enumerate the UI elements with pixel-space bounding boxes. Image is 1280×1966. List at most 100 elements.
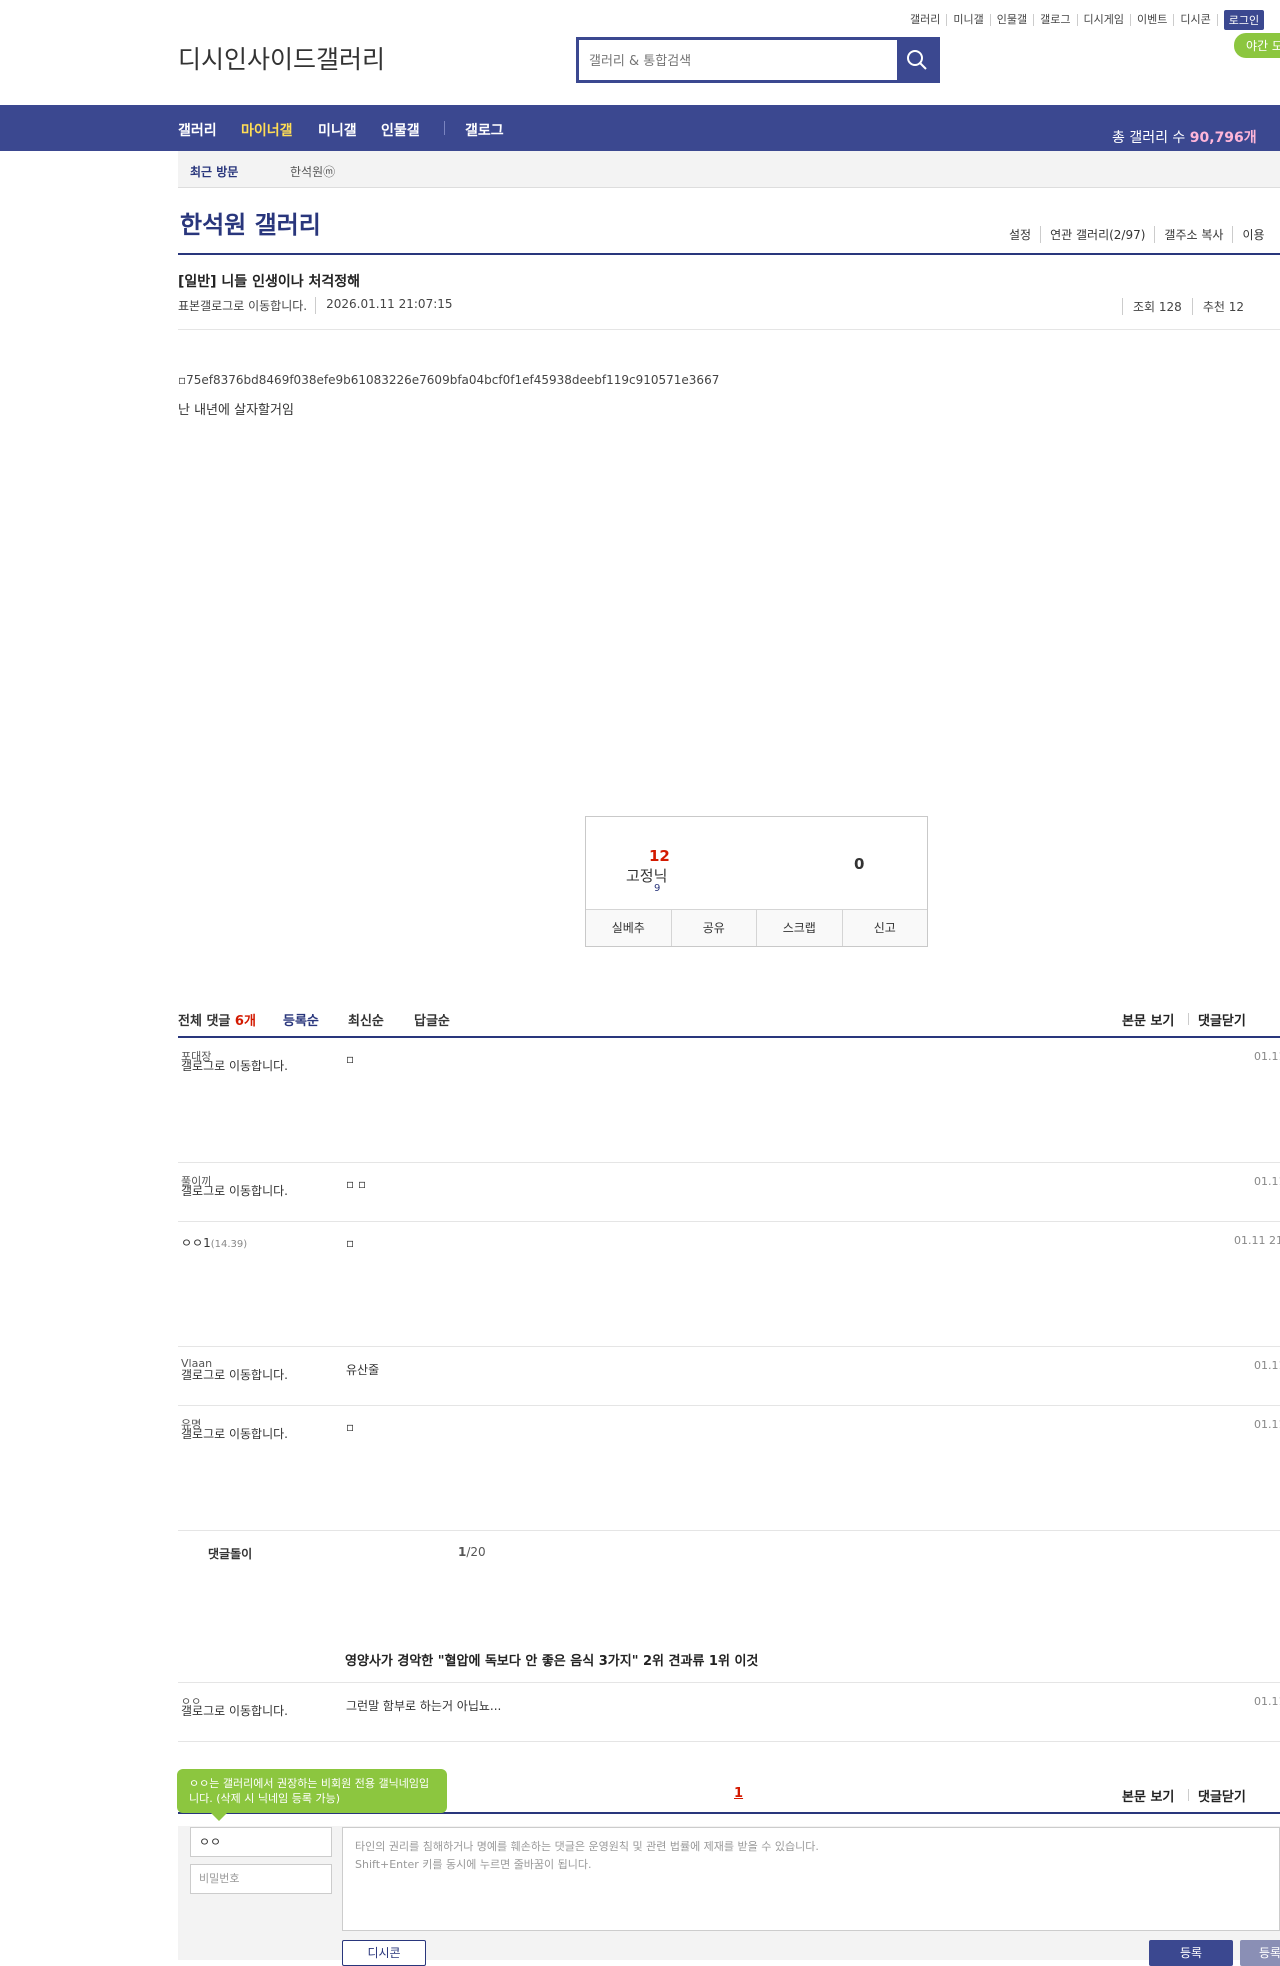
top-links: 갤러리 미니갤 인물갤 갤로그 디시게임 이벤트 디시콘 로그인 (904, 10, 1265, 30)
post-stats: 조회 128 추천 12 (1122, 298, 1254, 315)
gallery-title[interactable]: 한석원 갤러리 (180, 205, 321, 240)
copy-address-link[interactable]: 갤주소 복사 (1154, 226, 1232, 243)
comment-gallog-link[interactable]: 갤로그로 이동합니다. (181, 1060, 306, 1073)
comments-header: 전체 댓글 6개 등록순 최신순 답글순 본문 보기 댓글닫기 (178, 996, 1280, 1038)
comment-date: 01.11 21 (1234, 1234, 1280, 1247)
comment-date: 01.11 (1254, 1418, 1280, 1431)
post-body: 난 내년에 살자할거임 (178, 403, 294, 418)
comment-gallog-link[interactable]: 갤로그로 이동합니다. (181, 1185, 306, 1198)
broken-image-icon: ▫ (178, 373, 187, 387)
nav-divider (444, 121, 445, 135)
view-post-link[interactable]: 본문 보기 (1122, 1010, 1174, 1029)
comment-row: 포대장 갤로그로 이동합니다. ▫ 01.11 (178, 1038, 1280, 1163)
comment-date: 01.11 (1254, 1175, 1280, 1188)
close-comments-link[interactable]: 댓글닫기 (1198, 1786, 1246, 1805)
top-link-game[interactable]: 디시게임 (1078, 14, 1131, 26)
nav-person-gallery[interactable]: 인물갤 (381, 120, 420, 140)
comment-row: 풀이끼 갤로그로 이동합니다. ▫ ▫ 01.11 (178, 1163, 1280, 1222)
ad-notice-link[interactable]: 영양사가 경악한 "혈압에 독보다 안 좋은 음식 3가지" 2위 견과류 1위… (345, 1650, 758, 1669)
nav-gallery[interactable]: 갤러리 (178, 120, 217, 140)
title-divider (178, 253, 1280, 255)
share-button[interactable]: 공유 (670, 910, 757, 946)
close-comments-link[interactable]: 댓글닫기 (1198, 1010, 1246, 1029)
search-box (576, 37, 940, 83)
total-gallery-count: 총 갤러리 수 90,796개 (1112, 130, 1257, 146)
footer-divider (1188, 1789, 1189, 1801)
submit-recommend-button[interactable]: 등록 (1240, 1940, 1280, 1966)
post-title: [일반] 니들 인생이나 처걱정해 (178, 274, 360, 290)
post-author[interactable]: 표본 (178, 297, 200, 314)
comment-dccon-image: ▫ (346, 1236, 355, 1250)
dccon-button[interactable]: 디시콘 (342, 1940, 426, 1966)
total-comments-label: 전체 댓글 6개 (178, 1014, 256, 1029)
comment-dccon-image: ▫ (346, 1420, 355, 1434)
search-button[interactable] (897, 40, 937, 80)
recent-visit-item[interactable]: 한석원ⓜ (290, 163, 335, 180)
recommend-box: 12 고정닉 9 0 실베추 공유 스크랩 신고 (585, 816, 928, 947)
usage-link[interactable]: 이용 (1232, 226, 1273, 243)
scrap-button[interactable]: 스크랩 (756, 910, 842, 946)
post-date: 2026.01.11 21:07:15 (315, 297, 453, 314)
main-nav: 갤러리 마이너갤 미니갤 인물갤 갤로그 총 갤러리 수 90,796개 (0, 105, 1280, 151)
comment-row: 유명 갤로그로 이동합니다. ▫ 01.11 (178, 1406, 1280, 1531)
comment-textarea-hint-1: 타인의 권리를 침해하거나 명예를 훼손하는 댓글은 운영원칙 및 관련 법률에… (355, 1840, 819, 1853)
comment-row: Vlaan 갤로그로 이동합니다. 유산줄 01.11 (178, 1347, 1280, 1406)
sort-replies[interactable]: 답글순 (414, 1010, 450, 1029)
night-mode-button[interactable]: 야간 모 (1234, 33, 1280, 58)
nav-gallog[interactable]: 갤로그 (465, 120, 504, 140)
comment-page-link[interactable]: 1 (734, 1786, 743, 1801)
related-gallery-link[interactable]: 연관 갤러리(2/97) (1040, 226, 1154, 243)
nav-minor-gallery[interactable]: 마이너갤 (241, 120, 293, 140)
comment-dccon-image: ▫ (346, 1052, 355, 1066)
fixed-nick-count: 9 (654, 883, 661, 894)
top-link-person[interactable]: 인물갤 (991, 14, 1035, 26)
comment-gallog-link[interactable]: 갤로그로 이동합니다. (181, 1428, 306, 1441)
post-views: 조회 128 (1122, 298, 1192, 315)
recent-visit-label: 최근 방문 (190, 165, 239, 179)
view-post-link[interactable]: 본문 보기 (1122, 1786, 1174, 1805)
sort-registered[interactable]: 등록순 (283, 1010, 319, 1029)
comment-gallog-link[interactable]: 갤로그로 이동합니다. (181, 1369, 306, 1382)
comment-row: ㅇㅇ 갤로그로 이동합니다. 그런말 함부로 하는거 아닙뇨... 01.11 (178, 1683, 1280, 1742)
post-author-gallog-link[interactable]: 갤로그로 이동합니다. (200, 297, 307, 314)
header-divider (1188, 1013, 1189, 1025)
login-button[interactable]: 로그인 (1223, 10, 1265, 30)
top-link-event[interactable]: 이벤트 (1131, 14, 1175, 26)
comment-text: 그런말 함부로 하는거 아닙뇨... (346, 1699, 502, 1713)
comment-row: ㅇㅇ1(14.39) ▫ 01.11 21 (178, 1222, 1280, 1347)
comment-textarea[interactable]: 타인의 권리를 침해하거나 명예를 훼손하는 댓글은 운영원칙 및 관련 법률에… (342, 1827, 1280, 1931)
comment-nick[interactable]: ㅇㅇ1(14.39) (181, 1234, 247, 1251)
nav-mini-gallery[interactable]: 미니갤 (318, 120, 357, 140)
top-link-gallog[interactable]: 갤로그 (1034, 14, 1078, 26)
search-icon (907, 50, 927, 70)
top-link-dccon[interactable]: 디시콘 (1174, 14, 1218, 26)
post-meta: 표본 갤로그로 이동합니다. 2026.01.11 21:07:15 (178, 297, 453, 314)
comment-date: 01.11 (1254, 1050, 1280, 1063)
recent-visit-bar: 최근 방문 한석원ⓜ (178, 151, 1280, 188)
site-logo[interactable]: 디시인사이드갤러리 (178, 40, 385, 76)
comment-date: 01.11 (1254, 1359, 1280, 1372)
post-recommend-count: 추천 12 (1191, 298, 1254, 315)
password-input[interactable]: 비밀번호 (190, 1864, 332, 1894)
sort-latest[interactable]: 최신순 (348, 1010, 384, 1029)
nickname-input[interactable]: ㅇㅇ (190, 1827, 332, 1857)
guest-nick-tooltip: ㅇㅇ는 갤러리에서 권장하는 비회원 전용 갤닉네임입니다. (삭제 시 닉네임… (177, 1769, 447, 1821)
comment-date: 01.11 (1254, 1695, 1280, 1708)
top-link-mini[interactable]: 미니갤 (947, 14, 991, 26)
best-recommend-button[interactable]: 실베추 (586, 910, 671, 946)
submit-button[interactable]: 등록 (1149, 1940, 1233, 1966)
top-link-gallery[interactable]: 갤러리 (904, 14, 948, 26)
recommend-buttons: 실베추 공유 스크랩 신고 (586, 909, 927, 946)
comment-textarea-hint-2: Shift+Enter 키를 동시에 누르면 줄바꿈이 됩니다. (355, 1858, 592, 1871)
comment-bot-label: 댓글돌이 (208, 1547, 253, 1561)
meta-divider (178, 329, 1280, 330)
search-input[interactable] (587, 48, 891, 74)
gallery-links: 설정 연관 갤러리(2/97) 갤주소 복사 이용 (1000, 226, 1274, 243)
comment-gallog-link[interactable]: 갤로그로 이동합니다. (181, 1705, 306, 1718)
gallery-settings-link[interactable]: 설정 (1000, 226, 1040, 243)
comment-text: 유산줄 (346, 1363, 380, 1377)
post-image: ▫75ef8376bd8469f038efe9b61083226e7609bfa… (178, 373, 720, 387)
report-button[interactable]: 신고 (841, 910, 928, 946)
comment-bot-row: 댓글돌이 1/20 (178, 1530, 1280, 1570)
comment-bot-page: 1/20 (458, 1545, 486, 1559)
